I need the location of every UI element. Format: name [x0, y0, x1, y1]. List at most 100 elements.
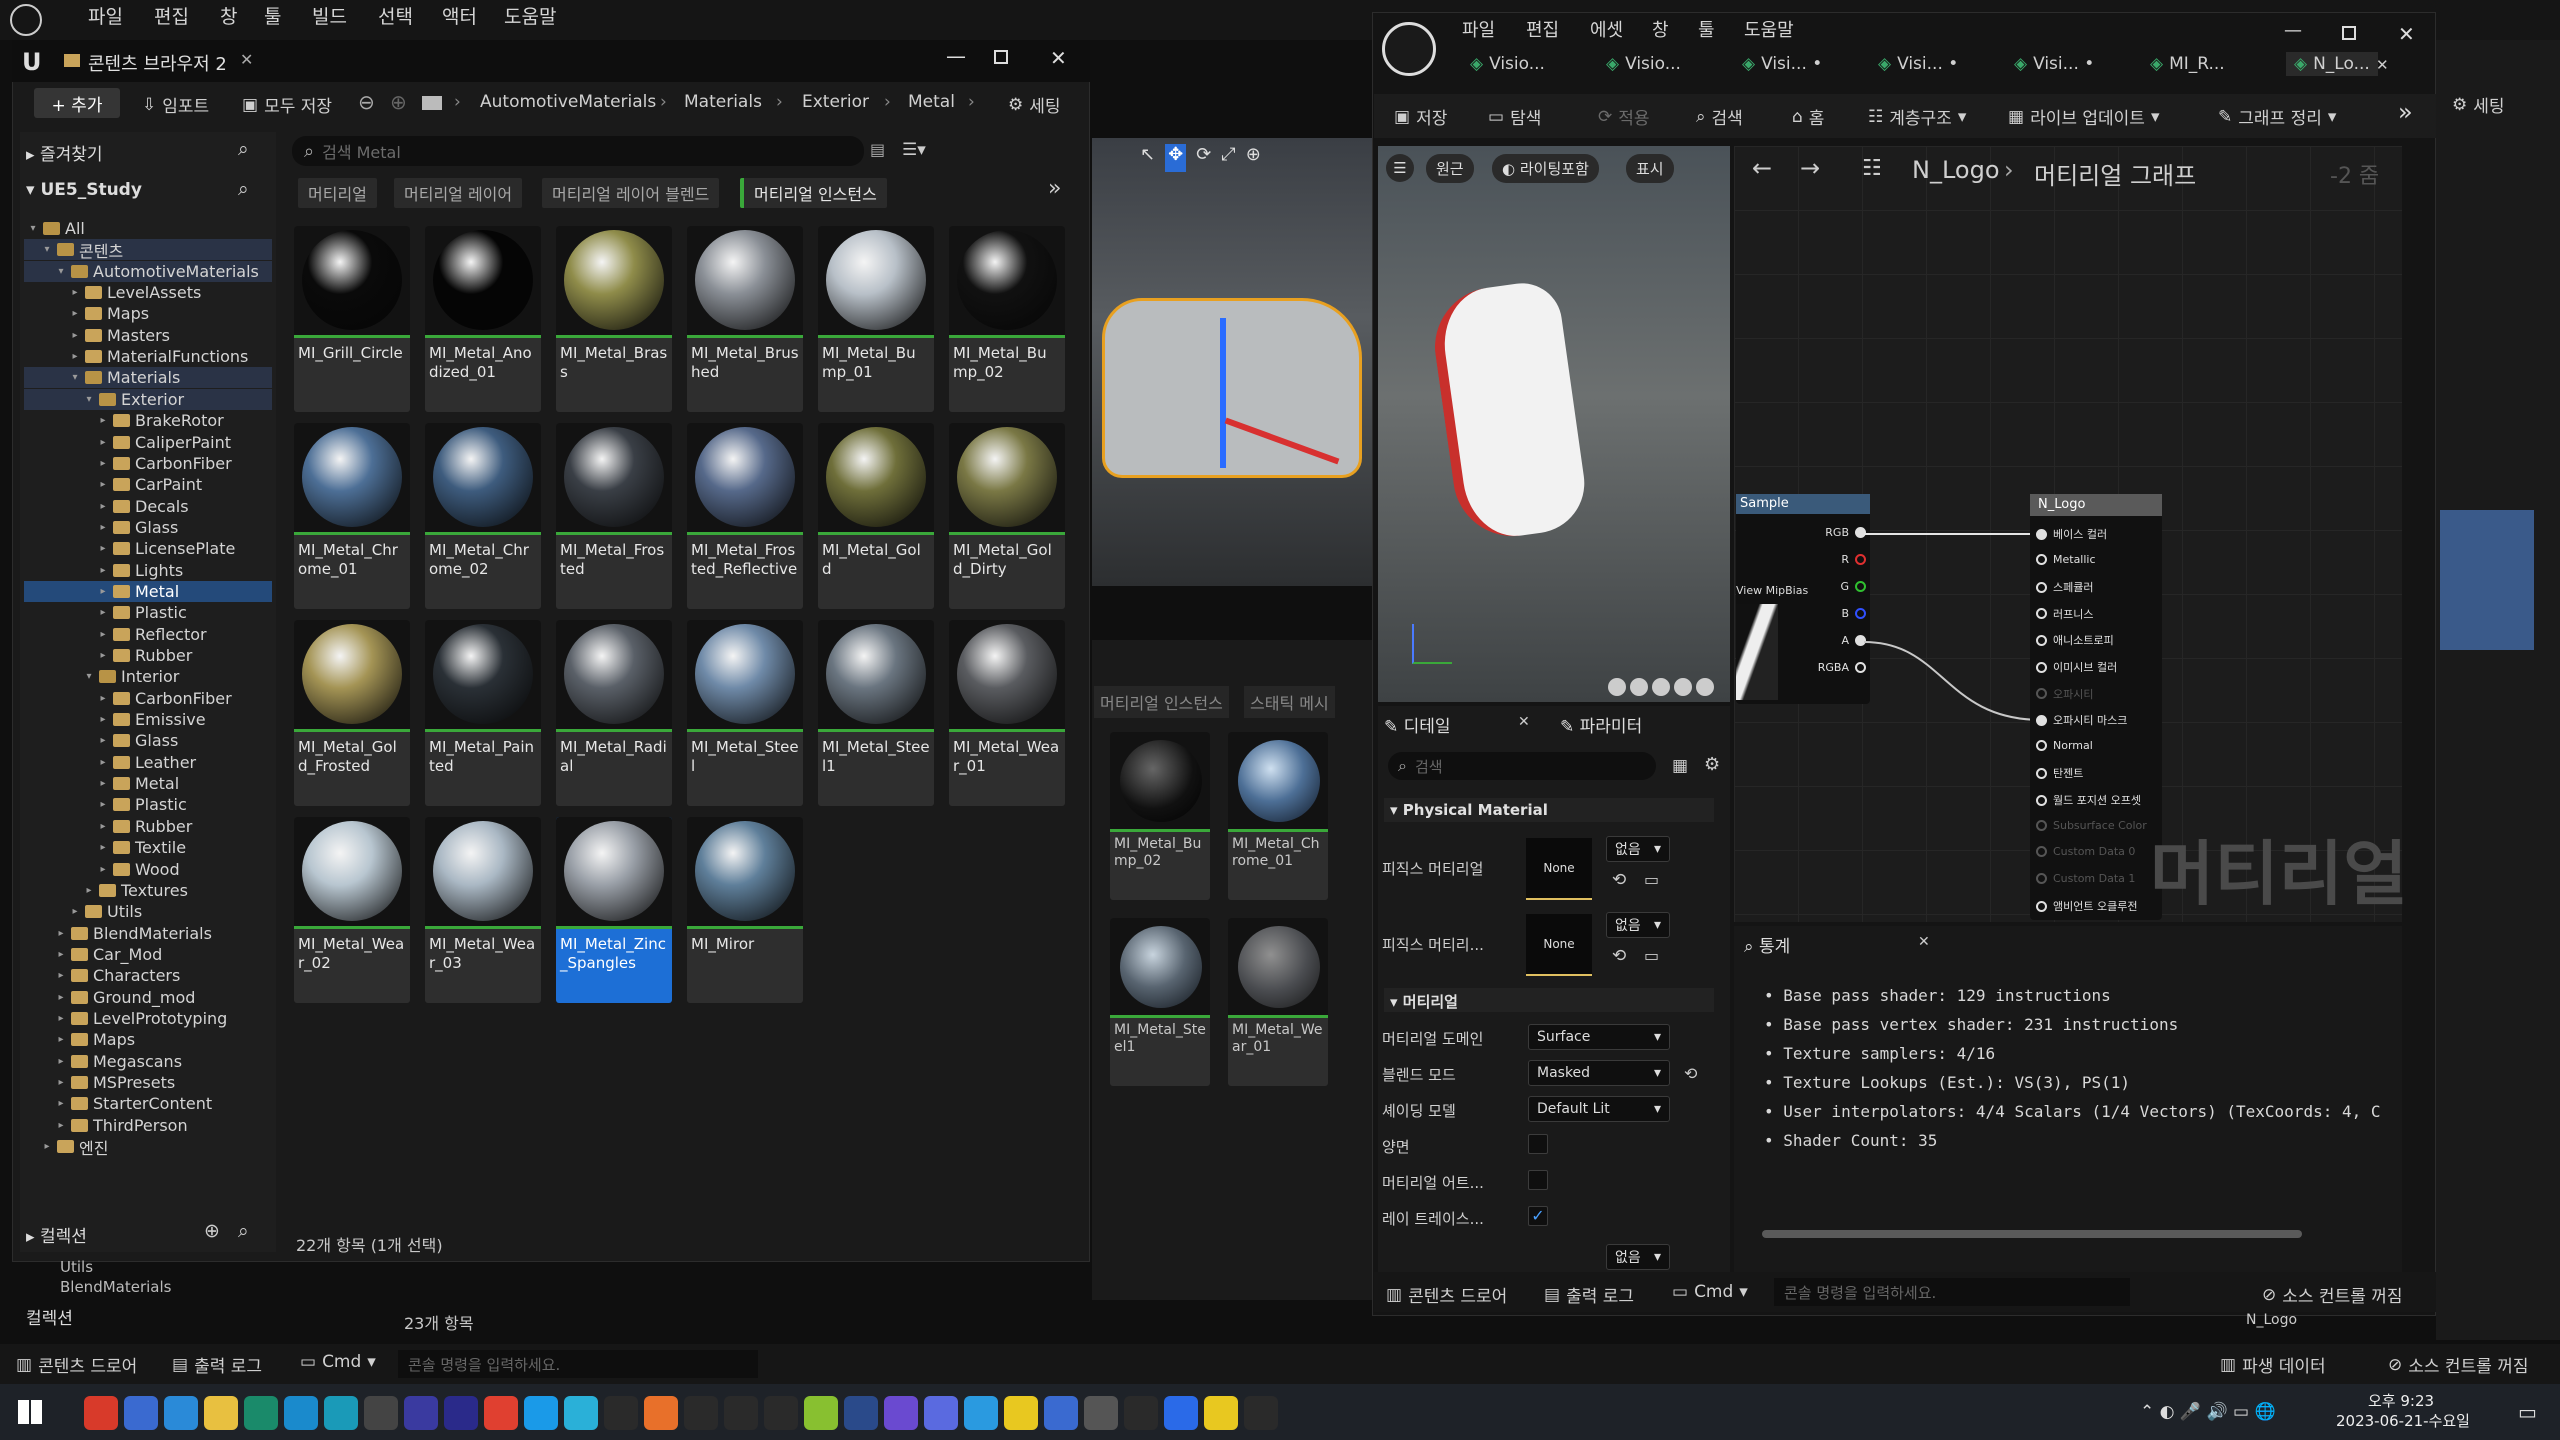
collapsed-arrow-icon[interactable]: ▸ [42, 1141, 52, 1152]
unreal-logo-icon[interactable] [10, 4, 42, 36]
collapsed-arrow-icon[interactable]: ▸ [98, 565, 108, 576]
collapsed-arrow-icon[interactable]: ▸ [98, 778, 108, 789]
material-section-header[interactable]: ▾ 머티리얼 [1384, 988, 1714, 1012]
stats-close-icon[interactable]: ✕ [1918, 934, 1930, 950]
result-input-pin[interactable]: 스페큘러 [2036, 579, 2093, 595]
collapsed-arrow-icon[interactable]: ▸ [98, 842, 108, 853]
checkbox[interactable]: ✓ [1528, 1206, 1548, 1226]
filter-icon[interactable]: ☰▾ [902, 140, 926, 160]
clock-time[interactable]: 오후 9:23 [2368, 1390, 2434, 1411]
collapsed-arrow-icon[interactable]: ▸ [98, 479, 108, 490]
menu-build[interactable]: 빌드 [312, 2, 347, 29]
select-tool-icon[interactable]: ↖ [1140, 144, 1155, 172]
tree-folder[interactable]: ▸ Wood [24, 859, 272, 880]
tree-folder[interactable]: ▾ AutomotiveMaterials [24, 260, 272, 282]
collapsed-arrow-icon[interactable]: ▸ [98, 415, 108, 426]
asset-card[interactable]: MI_Metal_Chrome_01 [294, 423, 410, 609]
me-content-drawer-button[interactable]: ▥ 콘텐츠 드로어 [1386, 1282, 1507, 1308]
tab-close-icon[interactable]: ✕ [240, 50, 253, 69]
preview-shape-buttons[interactable] [1608, 678, 1726, 698]
behind-filter-mi[interactable]: 머티리얼 인스턴스 [1094, 686, 1229, 718]
breadcrumb-materials[interactable]: Materials [684, 92, 762, 112]
stats-tab[interactable]: ⌕ 통계 [1744, 932, 1790, 957]
me-hierarchy-button[interactable]: ☷ 계층구조 ▾ [1868, 104, 1966, 130]
tree-folder[interactable]: ▾ Exterior [24, 388, 272, 410]
close-window-icon[interactable]: ✕ [1050, 46, 1067, 70]
save-all-button[interactable]: ▣ 모두 저장 [242, 92, 332, 118]
collapsed-arrow-icon[interactable]: ▸ [56, 1034, 66, 1045]
me-menu-item[interactable]: 파일 [1462, 16, 1495, 42]
breadcrumb-metal[interactable]: Metal [908, 92, 955, 112]
cb-settings-button[interactable]: ⚙ 세팅 [1008, 92, 1061, 118]
me-doc-tab[interactable]: ◈ N_Lo... [2286, 52, 2378, 76]
tree-folder[interactable]: ▸ Ground_mod [24, 987, 272, 1008]
result-input-pin[interactable]: 이미시브 컬러 [2036, 659, 2117, 675]
expanded-arrow-icon[interactable]: ▾ [84, 671, 94, 682]
project-search-icon[interactable]: ⌕ [238, 178, 249, 200]
tree-folder[interactable]: ▸ Metal [24, 580, 272, 602]
taskbar-app-icon[interactable] [364, 1396, 398, 1430]
expanded-arrow-icon[interactable]: ▾ [84, 394, 94, 405]
collapsed-arrow-icon[interactable]: ▸ [98, 458, 108, 469]
checkbox[interactable] [1528, 1134, 1548, 1154]
asset-card[interactable]: MI_Metal_Steel [687, 620, 803, 806]
world-icon[interactable]: ⊕ [1246, 144, 1261, 172]
me-clean-graph-button[interactable]: ✎ 그래프 정리 ▾ [2218, 104, 2336, 130]
me-search-button[interactable]: ⌕ 검색 [1696, 104, 1743, 130]
tree-folder[interactable]: ▸ Leather [24, 752, 272, 773]
me-doc-tab[interactable]: ◈ Visi... • [1742, 54, 1822, 74]
breadcrumb-automotive[interactable]: AutomotiveMaterials [480, 92, 656, 112]
me-preview-viewport[interactable] [1378, 146, 1730, 702]
cmd-dropdown[interactable]: ▭ Cmd ▾ [300, 1352, 376, 1372]
asset-card[interactable]: MI_Metal_Radial [556, 620, 672, 806]
favorites-search-icon[interactable]: ⌕ [238, 138, 249, 160]
asset-card[interactable]: MI_Metal_Frosted [556, 423, 672, 609]
asset-card[interactable]: MI_Metal_Chrome_02 [425, 423, 541, 609]
rotate-tool-icon[interactable]: ⟳ [1196, 144, 1211, 172]
taskbar-app-icon[interactable] [604, 1396, 638, 1430]
asset-card[interactable]: MI_Metal_Gold_Dirty [949, 423, 1065, 609]
collapsed-arrow-icon[interactable]: ▸ [98, 821, 108, 832]
me-source-control-button[interactable]: ⊘ 소스 컨트롤 꺼짐 [2262, 1282, 2403, 1308]
clock-date[interactable]: 2023-06-21-수요일 [2336, 1410, 2470, 1431]
collapsed-arrow-icon[interactable]: ▸ [56, 970, 66, 981]
tree-folder[interactable]: ▸ Decals [24, 496, 272, 517]
tree-folder[interactable]: ▸ LevelPrototyping [24, 1008, 272, 1029]
tree-folder[interactable]: ▸ Glass [24, 517, 272, 538]
checkbox[interactable] [1528, 1170, 1548, 1190]
taskbar-app-icon[interactable] [1044, 1396, 1078, 1430]
table-view-icon[interactable]: ▦ [1672, 756, 1688, 776]
save-search-icon[interactable]: ▤ [870, 140, 885, 159]
collapsed-arrow-icon[interactable]: ▸ [70, 906, 80, 917]
taskbar-app-icon[interactable] [284, 1396, 318, 1430]
collections-add-icon[interactable]: ⊕ [204, 1220, 220, 1242]
asset-card[interactable]: MI_Metal_Steel1 [818, 620, 934, 806]
sphere-preview-icon[interactable] [1608, 678, 1626, 696]
collections-header[interactable]: ▸ 컬렉션 [26, 1222, 87, 1247]
collapsed-arrow-icon[interactable]: ▸ [70, 287, 80, 298]
breadcrumb-exterior[interactable]: Exterior [802, 92, 869, 112]
reset-to-default-icon[interactable]: ⟲ [1684, 1064, 1697, 1083]
menu-help[interactable]: 도움말 [504, 2, 556, 29]
tree-folder[interactable]: ▸ Maps [24, 303, 272, 324]
taskbar-app-icon[interactable] [884, 1396, 918, 1430]
reset-arrow-icon[interactable]: ⟲ [1612, 946, 1626, 966]
asset-card[interactable]: MI_Grill_Circle [294, 226, 410, 412]
collapsed-arrow-icon[interactable]: ▸ [98, 735, 108, 746]
tree-folder[interactable]: ▸ Plastic [24, 794, 272, 815]
tree-folder[interactable]: ▸ MSPresets [24, 1072, 272, 1093]
collapsed-arrow-icon[interactable]: ▸ [70, 308, 80, 319]
taskbar-app-icon[interactable] [204, 1396, 238, 1430]
notification-icon[interactable]: ▭ [2518, 1400, 2537, 1424]
forward-icon[interactable]: ⊕ [390, 90, 407, 114]
filter-material-layer-blend[interactable]: 머티리얼 레이어 블렌드 [542, 178, 720, 208]
browse-asset-icon[interactable]: ▭ [1644, 946, 1659, 965]
console-input[interactable]: 콘솔 명령을 입력하세요. [398, 1350, 758, 1378]
tree-folder[interactable]: ▸ CarPaint [24, 474, 272, 495]
source-control-button[interactable]: ⊘ 소스 컨트롤 꺼짐 [2388, 1352, 2529, 1378]
result-input-pin[interactable]: 오파시티 마스크 [2036, 712, 2127, 728]
me-menu-item[interactable]: 툴 [1698, 16, 1715, 42]
me-doc-tab[interactable]: ◈ Visio... [1606, 54, 1681, 74]
filter-material-instance[interactable]: 머티리얼 인스턴스 [740, 178, 887, 208]
level-viewport[interactable] [1092, 138, 1372, 586]
